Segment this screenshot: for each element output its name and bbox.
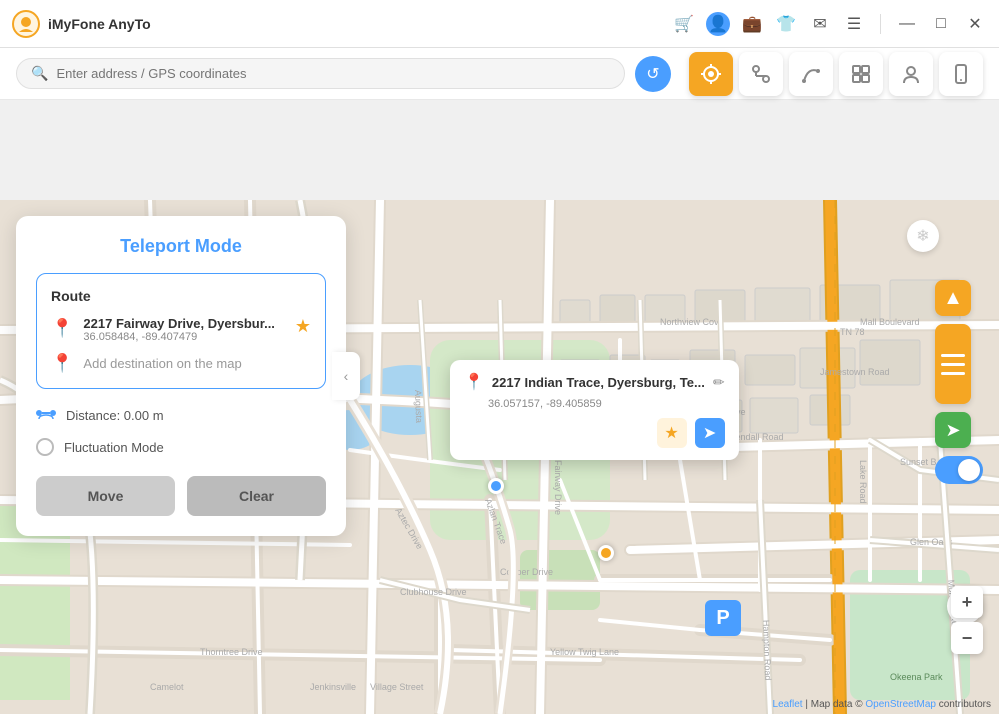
- left-panel: Teleport Mode ‹ Route 📍 2217 Fairway Dri…: [16, 216, 346, 536]
- origin-info: 2217 Fairway Drive, Dyersbur... 36.05848…: [83, 316, 284, 343]
- distance-text: Distance: 0.00 m: [66, 408, 164, 423]
- clear-button[interactable]: Clear: [187, 476, 326, 516]
- panel-collapse-button[interactable]: ‹: [332, 352, 360, 400]
- move-button[interactable]: Move: [36, 476, 175, 516]
- map-attribution: Leaflet | Map data © OpenStreetMap contr…: [773, 699, 991, 710]
- svg-text:Fairway Drive: Fairway Drive: [553, 460, 563, 515]
- fluctuation-row: Fluctuation Mode: [36, 438, 326, 456]
- titlebar: iMyFone AnyTo 🛒 👤 💼 👕 ✉ ☰ — □ ✕: [0, 0, 999, 48]
- device-mode-button[interactable]: [939, 52, 983, 96]
- flexible-mode-button[interactable]: [839, 52, 883, 96]
- svg-text:Sunset B: Sunset B: [900, 457, 937, 467]
- divider: [880, 14, 881, 34]
- mail-icon[interactable]: ✉: [808, 12, 832, 36]
- svg-text:TN 78: TN 78: [840, 327, 865, 337]
- svg-text:Jenkinsville: Jenkinsville: [310, 682, 356, 692]
- svg-text:Cooper Drive: Cooper Drive: [500, 567, 553, 577]
- panel-buttons: Move Clear: [36, 476, 326, 516]
- map-location-popup: 📍 2217 Indian Trace, Dyersburg, Te... ✏ …: [450, 360, 739, 460]
- menu-icon[interactable]: ☰: [842, 12, 866, 36]
- panel-title: Teleport Mode: [36, 236, 326, 257]
- popup-title: 2217 Indian Trace, Dyersburg, Te...: [492, 375, 705, 390]
- map-zoom-controls: + −: [951, 586, 983, 654]
- map-speed-control[interactable]: [935, 324, 971, 404]
- svg-text:Jamestown Road: Jamestown Road: [820, 367, 890, 377]
- search-icon: 🔍: [31, 65, 48, 82]
- svg-text:Village Street: Village Street: [370, 682, 424, 692]
- popup-coords: 36.057157, -89.405859: [464, 398, 725, 410]
- popup-edit-icon[interactable]: ✏: [713, 374, 725, 391]
- destination-map-dot: [488, 478, 504, 494]
- map-data-label: Map data ©: [811, 699, 863, 710]
- osm-link[interactable]: OpenStreetMap: [865, 699, 936, 710]
- svg-text:Thorntree Drive: Thorntree Drive: [200, 647, 263, 657]
- fluctuation-label: Fluctuation Mode: [64, 440, 164, 455]
- titlebar-icons: 🛒 👤 💼 👕 ✉ ☰ — □ ✕: [672, 12, 987, 36]
- map-container[interactable]: Lake Road Fairway Drive Wade Hampton Roa…: [0, 200, 999, 714]
- briefcase-icon[interactable]: 💼: [740, 12, 764, 36]
- destination-placeholder: Add destination on the map: [83, 356, 241, 371]
- search-input-wrap[interactable]: 🔍: [16, 58, 625, 89]
- svg-text:Mall Boulevard: Mall Boulevard: [860, 317, 920, 327]
- distance-row: Distance: 0.00 m: [36, 405, 326, 426]
- zoom-out-button[interactable]: −: [951, 622, 983, 654]
- map-navigate-button[interactable]: ➤: [935, 412, 971, 448]
- avatar-mode-button[interactable]: [889, 52, 933, 96]
- origin-point: 📍 2217 Fairway Drive, Dyersbur... 36.058…: [51, 316, 311, 343]
- shirt-icon[interactable]: 👕: [774, 12, 798, 36]
- multi-stop-mode-button[interactable]: [739, 52, 783, 96]
- zoom-in-button[interactable]: +: [951, 586, 983, 618]
- searchbar: 🔍 ↺: [0, 48, 999, 100]
- popup-location-icon: 📍: [464, 372, 484, 392]
- svg-text:Augusta: Augusta: [413, 390, 424, 423]
- svg-text:Lake Road: Lake Road: [858, 460, 868, 504]
- popup-navigate-button[interactable]: ➤: [695, 418, 725, 448]
- origin-star[interactable]: ★: [295, 316, 311, 337]
- origin-icon: 📍: [51, 318, 73, 339]
- svg-text:Camelot: Camelot: [150, 682, 184, 692]
- fluctuation-checkbox[interactable]: [36, 438, 54, 456]
- popup-actions: ★ ➤: [464, 418, 725, 448]
- toggle-dot: [958, 459, 980, 481]
- route-label: Route: [51, 288, 311, 304]
- cart-icon[interactable]: 🛒: [672, 12, 696, 36]
- map-popup-header: 📍 2217 Indian Trace, Dyersburg, Te... ✏: [464, 372, 725, 392]
- refresh-button[interactable]: ↺: [635, 56, 671, 92]
- destination-point[interactable]: 📍 Add destination on the map: [51, 353, 311, 374]
- maximize-button[interactable]: □: [929, 12, 953, 36]
- teleport-mode-button[interactable]: [689, 52, 733, 96]
- route-mode-button[interactable]: [789, 52, 833, 96]
- distance-icon: [36, 405, 56, 426]
- destination-icon: 📍: [51, 353, 73, 374]
- search-input[interactable]: [56, 66, 610, 81]
- freeze-location-button[interactable]: ❄: [907, 220, 939, 252]
- svg-text:Hampton Road: Hampton Road: [761, 620, 773, 681]
- minimize-button[interactable]: —: [895, 12, 919, 36]
- svg-text:Yellow Twig Lane: Yellow Twig Lane: [550, 647, 619, 657]
- contributors-text: contributors: [939, 699, 991, 710]
- mode-toolbar: [689, 52, 983, 96]
- svg-text:Clubhouse Drive: Clubhouse Drive: [400, 587, 467, 597]
- app-title: iMyFone AnyTo: [48, 16, 672, 32]
- route-box: Route 📍 2217 Fairway Drive, Dyersbur... …: [36, 273, 326, 389]
- close-button[interactable]: ✕: [963, 12, 987, 36]
- parking-badge: P: [705, 600, 741, 636]
- svg-text:Okeena Park: Okeena Park: [890, 672, 943, 682]
- origin-coords: 36.058484, -89.407479: [83, 331, 284, 343]
- user-icon[interactable]: 👤: [706, 12, 730, 36]
- svg-text:Northview Cove: Northview Cove: [660, 317, 724, 327]
- map-up-arrow-button[interactable]: ▲: [935, 280, 971, 316]
- leaflet-link[interactable]: Leaflet: [773, 699, 803, 710]
- origin-map-dot: [598, 545, 614, 561]
- app-logo: [12, 10, 40, 38]
- map-toggle-button[interactable]: [935, 456, 983, 484]
- popup-star-button[interactable]: ★: [657, 418, 687, 448]
- map-right-controls: ▲ ➤: [935, 280, 983, 484]
- origin-name: 2217 Fairway Drive, Dyersbur...: [83, 316, 284, 331]
